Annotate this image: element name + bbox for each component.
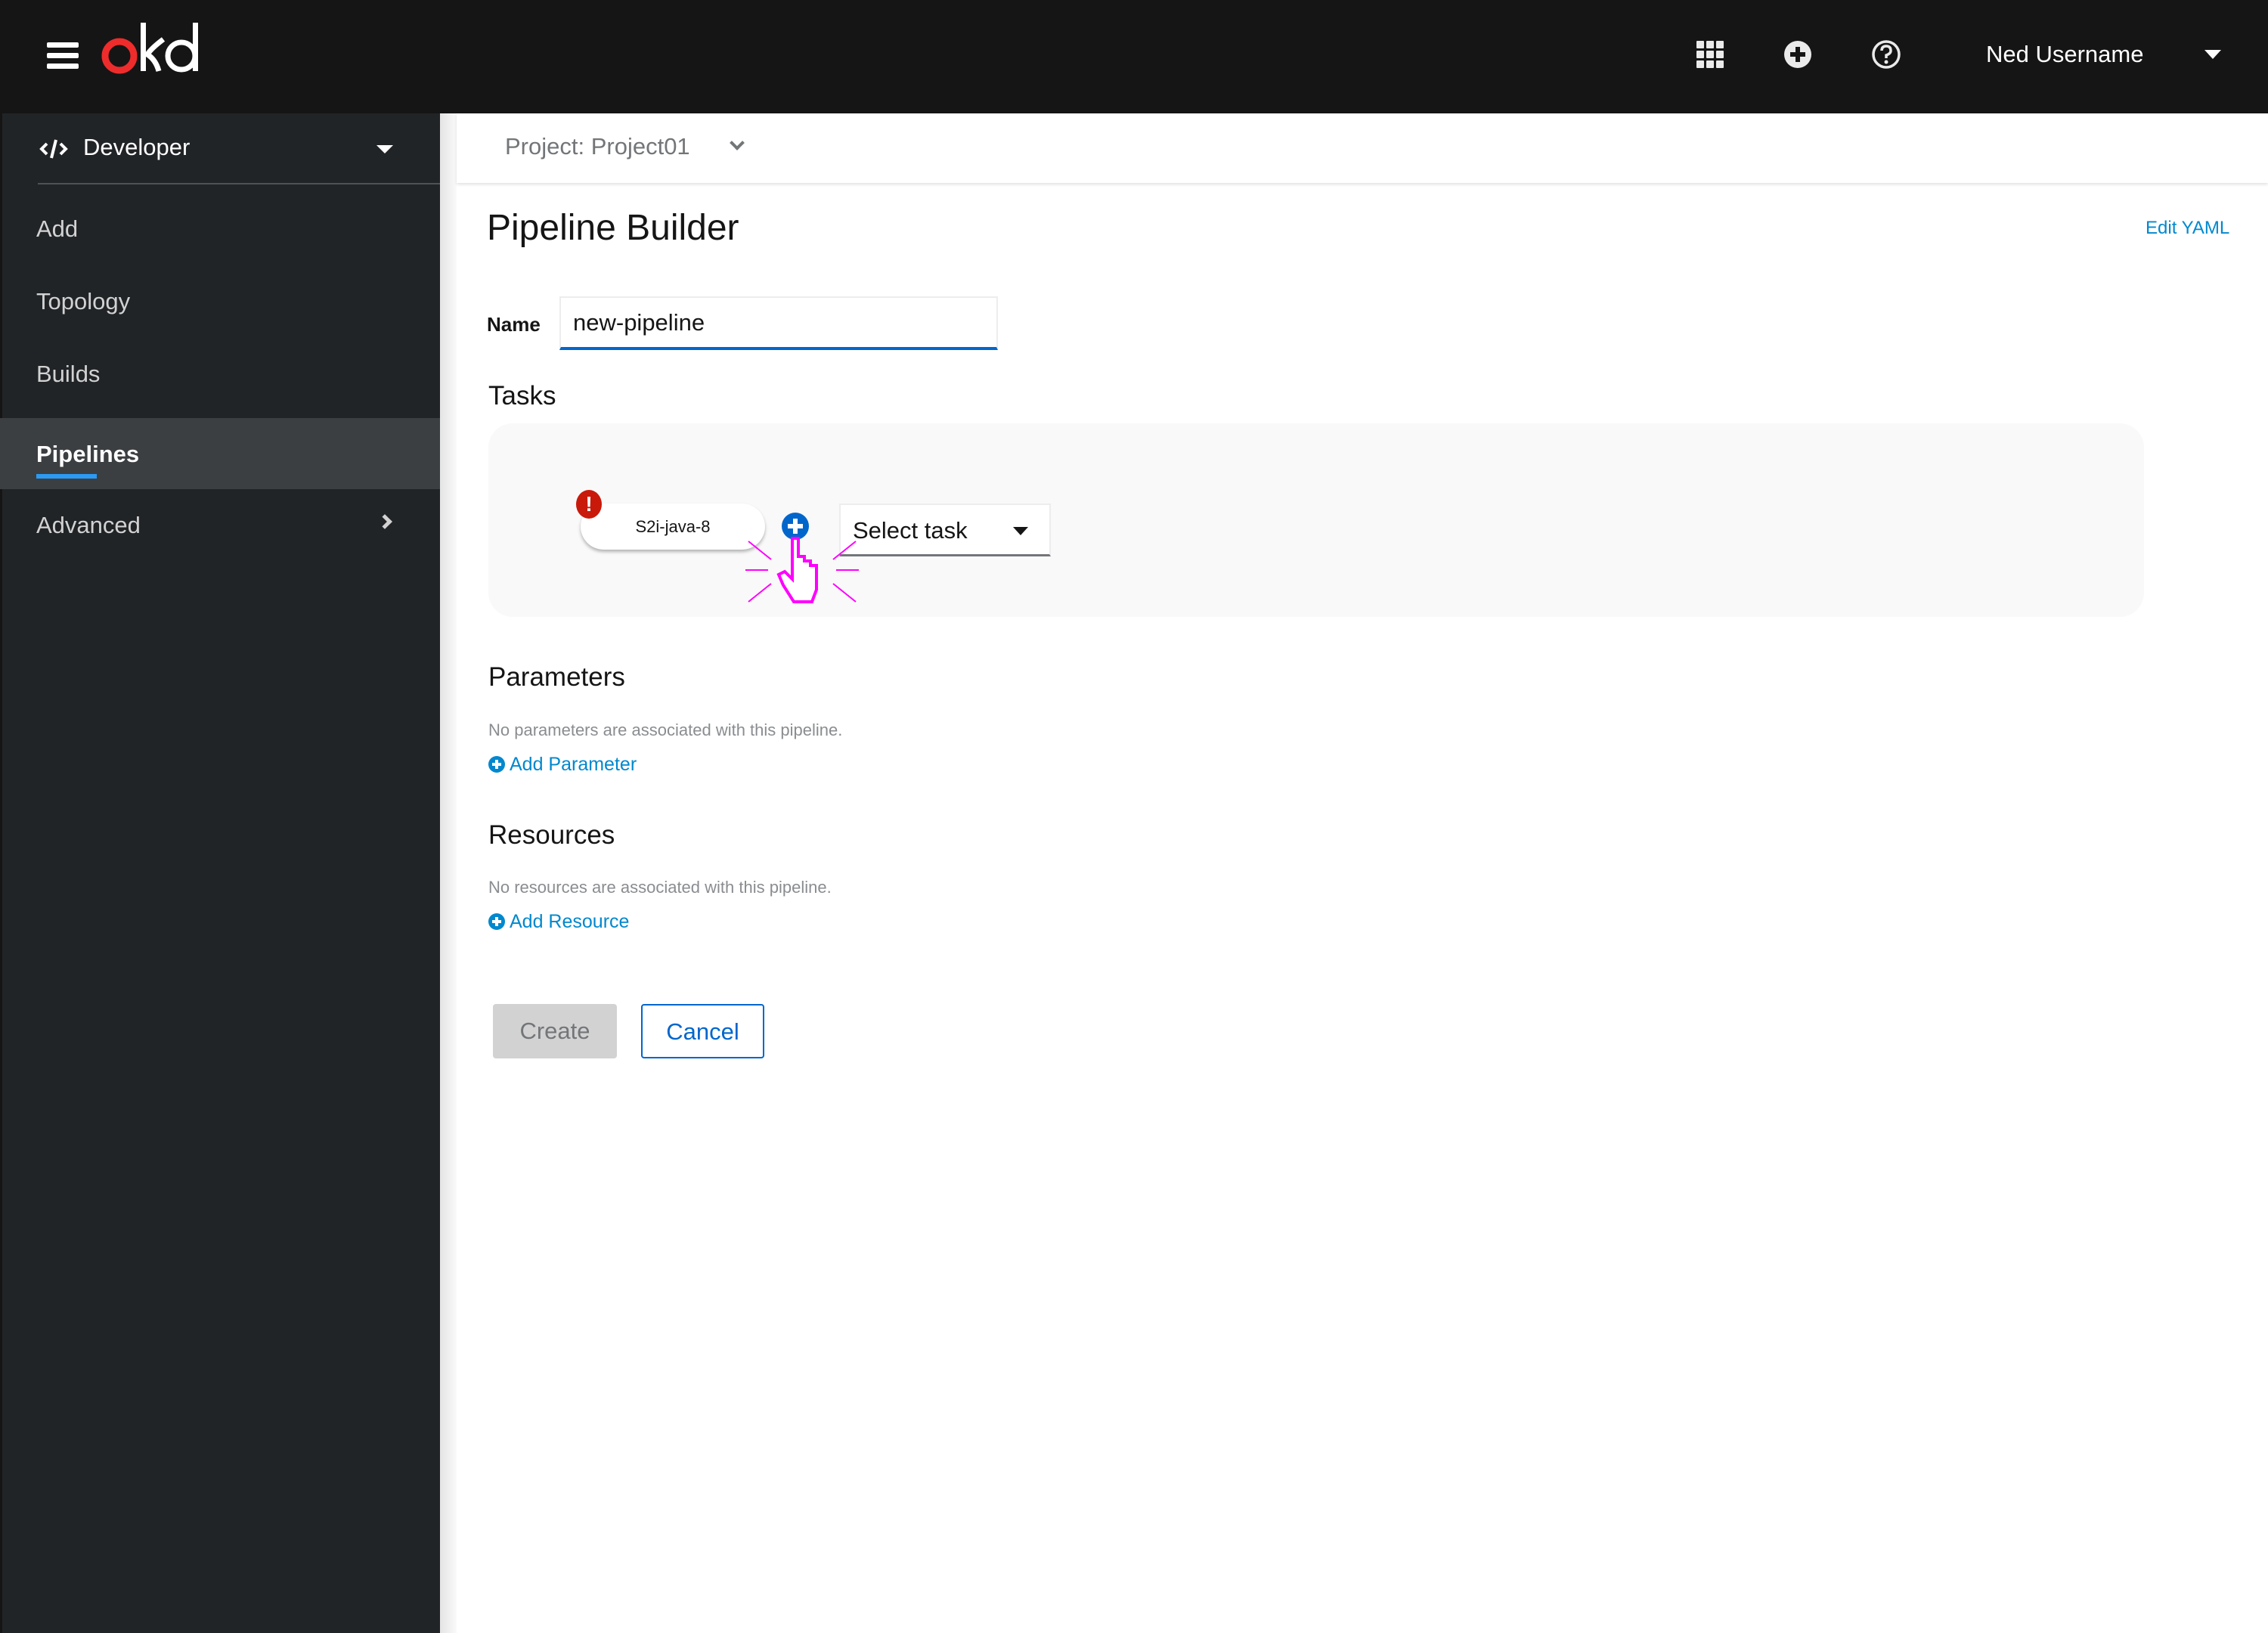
create-button[interactable]: Create [493,1004,617,1058]
caret-down-icon [1013,527,1028,535]
page-title: Pipeline Builder [487,208,739,248]
sidebar-item-label: Topology [36,288,131,315]
chevron-right-icon [377,514,392,529]
user-menu-label[interactable]: Ned Username [1986,41,2143,68]
resources-heading: Resources [488,820,615,850]
masthead: Ned Username [0,0,2268,113]
add-icon[interactable] [1781,38,1814,71]
sidebar-item-label: Advanced [36,512,141,538]
edit-yaml-link[interactable]: Edit YAML [2146,218,2229,239]
add-resource-label: Add Resource [510,911,630,932]
user-menu-caret-icon[interactable] [2204,50,2221,59]
plus-circle-icon [488,756,505,773]
perspective-label: Developer [83,134,191,160]
add-task-plus-icon[interactable] [782,513,809,540]
app-launcher-icon[interactable] [1693,38,1727,71]
sidebar-item-pipelines[interactable]: Pipelines [0,418,440,489]
name-label: Name [487,313,541,336]
sidebar-item-label: Add [36,215,79,242]
sidebar-item-add[interactable]: Add [0,193,440,264]
parameters-heading: Parameters [488,662,625,692]
tasks-heading: Tasks [488,381,556,411]
active-indicator [36,474,97,479]
sidebar-item-topology[interactable]: Topology [0,265,440,336]
pipeline-name-input[interactable] [559,296,998,350]
add-resource-link[interactable]: Add Resource [488,911,629,933]
okd-logo[interactable] [101,18,215,79]
add-parameter-link[interactable]: Add Parameter [488,754,637,776]
chevron-down-icon[interactable] [730,135,745,150]
task-node[interactable]: S2i-java-8 [581,504,765,550]
plus-circle-icon [488,913,505,930]
caret-down-icon [376,145,393,153]
menu-icon[interactable] [47,42,79,70]
select-task-dropdown[interactable]: Select task [839,504,1051,556]
resources-empty-text: No resources are associated with this pi… [488,878,832,897]
sidebar-item-label: Pipelines [36,441,140,467]
project-selector[interactable]: Project: Project01 [505,133,690,160]
sidebar-item-label: Builds [36,361,101,387]
code-icon [39,139,68,159]
error-icon: ! [576,490,602,519]
add-parameter-label: Add Parameter [510,754,637,775]
select-task-label: Select task [853,517,968,544]
cancel-button[interactable]: Cancel [641,1004,764,1058]
help-icon[interactable] [1870,38,1903,71]
sidebar: Developer Add Topology Builds Pipelines … [0,113,440,1633]
content-shadow [440,113,457,1633]
divider [38,183,440,184]
sidebar-item-builds[interactable]: Builds [0,338,440,409]
sidebar-item-advanced[interactable]: Advanced [0,489,440,560]
parameters-empty-text: No parameters are associated with this p… [488,720,843,739]
perspective-switcher[interactable]: Developer [0,113,440,184]
project-bar: Project: Project01 [457,113,2268,183]
